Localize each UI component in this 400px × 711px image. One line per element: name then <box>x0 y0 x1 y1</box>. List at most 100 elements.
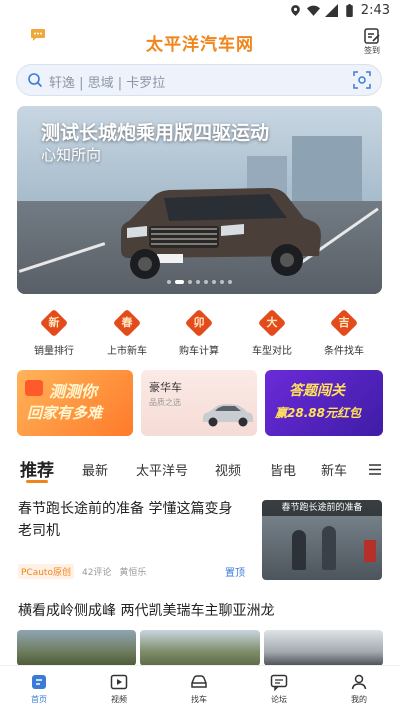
battery-icon <box>346 4 353 17</box>
bottom-nav: 首页 视频 找车 论坛 我的 <box>0 665 400 711</box>
article-card[interactable]: 春节跑长途前的准备 学懂这篇变身老司机 PCauto原创 42评论 黄恒乐 置顶… <box>17 498 383 582</box>
promo-card-luxury[interactable]: 豪华车 品质之选 <box>141 370 257 436</box>
thumb-person <box>292 530 306 570</box>
nav-label: 我的 <box>351 695 367 704</box>
feed-tab[interactable]: 最新 <box>82 460 108 479</box>
nav-car[interactable]: 找车 <box>177 672 221 705</box>
quick-link[interactable]: 新销量排行 <box>19 308 89 357</box>
signin-button[interactable]: 签到 <box>358 26 386 56</box>
quick-link-glyph: 吉 <box>338 316 350 329</box>
article-pin-badge: 置顶 <box>225 568 245 579</box>
feed-tab[interactable]: 太平洋号 <box>136 460 188 479</box>
quick-link-label: 销量排行 <box>34 346 74 357</box>
location-icon <box>290 5 300 16</box>
article-image <box>17 630 137 666</box>
quick-link-icon: 春 <box>112 308 142 338</box>
checkin-icon <box>364 28 380 44</box>
carousel-dot <box>188 280 192 284</box>
luxury-car-image <box>203 404 253 427</box>
search-placeholder: 轩逸 | 思域 | 卡罗拉 <box>49 76 166 91</box>
carousel-dot <box>220 280 224 284</box>
nav-home[interactable]: 首页 <box>17 672 61 705</box>
quick-link-icon: 吉 <box>329 308 359 338</box>
quick-link-glyph: 春 <box>121 316 133 329</box>
feed-tab[interactable]: 皆电 <box>270 460 296 479</box>
article-image <box>140 630 260 666</box>
article-title: 春节跑长途前的准备 学懂这篇变身老司机 <box>18 501 233 539</box>
promo-badge <box>25 380 43 396</box>
menu-icon[interactable] <box>369 464 381 475</box>
signin-label: 签到 <box>364 46 380 55</box>
promo3-line2: 赢28.88元红包 <box>275 406 361 420</box>
quick-links: 新销量排行春上市新车卯购车计算大车型对比吉条件找车 <box>0 308 400 362</box>
forum-icon <box>270 674 288 692</box>
promo-cards: 测测你 回家有多难 豪华车 品质之选 答题闯关 赢28.88元红包 <box>17 370 383 436</box>
promo1-line2: 回家有多难 <box>27 404 103 422</box>
feed-tab[interactable]: 新车 <box>321 460 347 479</box>
quick-link-glyph: 新 <box>48 316 60 329</box>
status-bar: 2:43 <box>0 0 400 24</box>
banner-title: 测试长城炮乘用版四驱运动 <box>41 122 270 144</box>
promo2-title: 豪华车 <box>149 381 182 394</box>
brand-title: 太平洋汽车网 <box>146 35 254 55</box>
promo2-subtitle: 品质之选 <box>149 398 181 407</box>
nav-forum[interactable]: 论坛 <box>257 672 301 705</box>
wifi-icon <box>306 5 320 16</box>
search-icon <box>28 73 43 88</box>
status-time: 2:43 <box>360 3 390 18</box>
quick-link-label: 购车计算 <box>179 346 219 357</box>
quick-link[interactable]: 卯购车计算 <box>164 308 234 357</box>
carousel-dot <box>175 280 184 284</box>
nav-label: 论坛 <box>271 695 287 704</box>
profile-icon <box>351 674 367 690</box>
feed-tab[interactable]: 推荐 <box>20 456 54 481</box>
article-images <box>17 630 383 666</box>
video-icon <box>110 674 128 690</box>
banner-truck-image <box>121 188 321 279</box>
thumb-detail <box>364 540 376 562</box>
home-icon <box>32 675 46 689</box>
promo1-line1: 测测你 <box>49 382 98 401</box>
article-thumbnail: 春节跑长途前的准备 <box>262 500 382 580</box>
status-icons: 2:43 <box>289 3 390 18</box>
quick-link-label: 车型对比 <box>252 346 292 357</box>
article-title: 横看成岭侧成峰 两代凯美瑞车主聊亚洲龙 <box>18 603 275 619</box>
feed-tabs: 推荐 最新 太平洋号 视频 皆电 新车 <box>0 452 400 486</box>
thumbnail-caption: 春节跑长途前的准备 <box>262 500 382 516</box>
article-image <box>263 630 383 666</box>
hero-banner[interactable]: 测试长城炮乘用版四驱运动 心知所向 <box>17 106 382 294</box>
quick-link-label: 上市新车 <box>107 346 147 357</box>
carousel-dot <box>204 280 208 284</box>
carousel-dot <box>167 280 171 284</box>
promo-card-quiz[interactable]: 测测你 回家有多难 <box>17 370 133 436</box>
quick-link[interactable]: 大车型对比 <box>237 308 307 357</box>
thumb-person <box>322 526 336 570</box>
quick-link-icon: 大 <box>257 308 287 338</box>
quick-link-icon: 新 <box>39 308 69 338</box>
signal-icon <box>324 4 338 17</box>
quick-link[interactable]: 春上市新车 <box>92 308 162 357</box>
carousel-dot <box>196 280 200 284</box>
article-card[interactable]: 横看成岭侧成峰 两代凯美瑞车主聊亚洲龙 <box>17 600 383 666</box>
quick-link-icon: 卯 <box>184 308 214 338</box>
carousel-dot <box>212 280 216 284</box>
car-icon <box>191 675 207 688</box>
carousel-dot <box>228 280 232 284</box>
carousel-dots <box>17 280 382 284</box>
promo3-line1: 答题闯关 <box>289 383 345 399</box>
promo-card-quiz-reward[interactable]: 答题闯关 赢28.88元红包 <box>265 370 383 436</box>
quick-link-label: 条件找车 <box>324 346 364 357</box>
article-meta: PCauto原创 42评论 黄恒乐 <box>18 564 146 579</box>
nav-video[interactable]: 视频 <box>97 672 141 705</box>
search-bar[interactable]: 轩逸 | 思域 | 卡罗拉 <box>16 64 382 96</box>
scan-icon[interactable] <box>353 71 371 89</box>
nav-label: 视频 <box>111 695 127 704</box>
nav-label: 找车 <box>191 695 207 704</box>
quick-link[interactable]: 吉条件找车 <box>309 308 379 357</box>
quick-link-glyph: 卯 <box>193 316 205 329</box>
nav-profile[interactable]: 我的 <box>337 672 381 705</box>
quick-link-glyph: 大 <box>266 316 278 329</box>
feed-tab[interactable]: 视频 <box>215 460 241 479</box>
nav-label: 首页 <box>31 695 47 704</box>
article-source-badge: PCauto原创 <box>18 564 74 579</box>
